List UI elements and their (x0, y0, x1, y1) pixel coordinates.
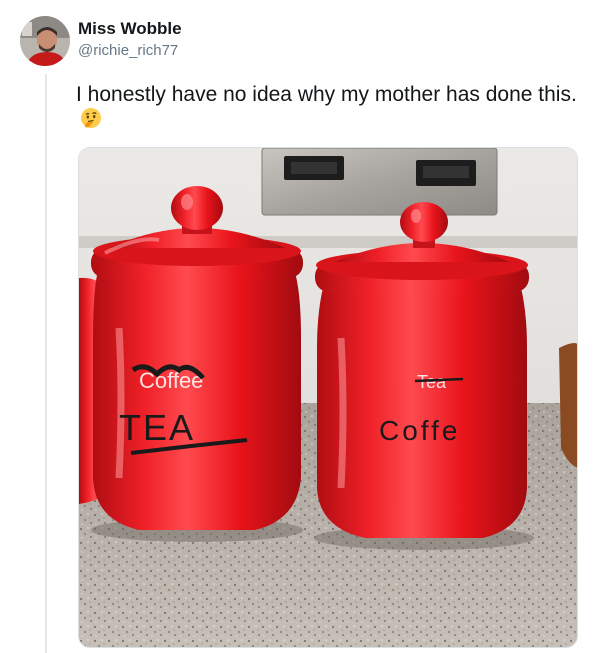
tweet-photo[interactable]: Coffee TEA Tea Coffe (78, 147, 578, 648)
tweet-text: I honestly have no idea why my mother ha… (76, 82, 581, 132)
avatar[interactable] (20, 16, 70, 66)
wall-socket (261, 148, 498, 216)
user-handle[interactable]: @richie_rich77 (78, 42, 178, 59)
thread-line (45, 74, 47, 653)
photo-scene: Coffee TEA Tea Coffe (79, 148, 577, 647)
right-jar-label: Coffe (379, 415, 460, 446)
display-name[interactable]: Miss Wobble (78, 19, 182, 39)
left-jar-label: TEA (119, 407, 195, 448)
right-jar-crossed-label: Tea (417, 372, 447, 392)
tweet-text-content: I honestly have no idea why my mother ha… (76, 83, 577, 106)
thinking-face-icon (80, 107, 102, 129)
avatar-photo (20, 16, 70, 66)
